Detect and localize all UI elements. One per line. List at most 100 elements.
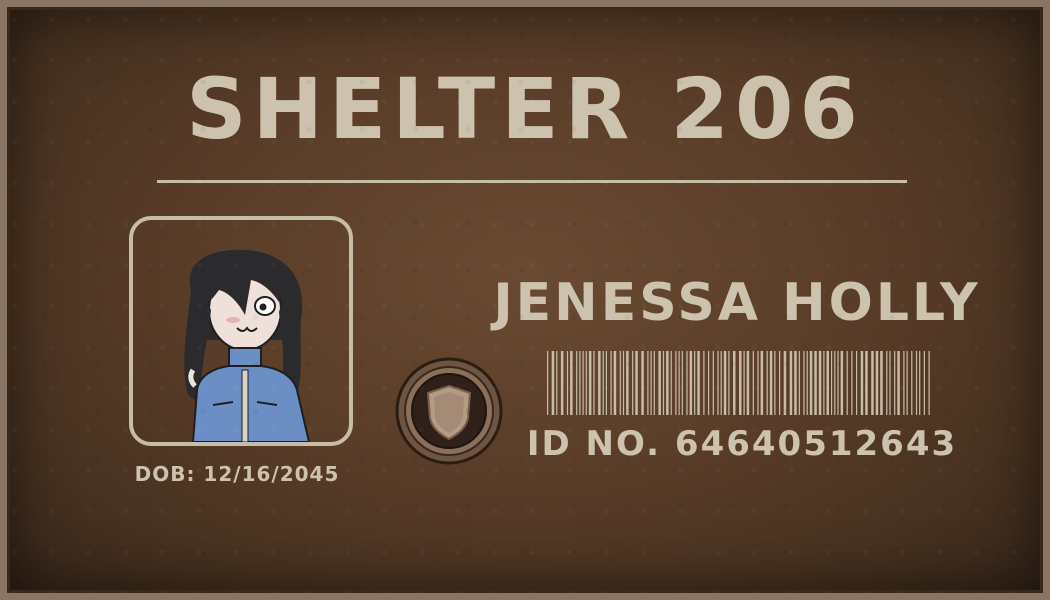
barcode-bar bbox=[794, 351, 797, 415]
barcode-bar bbox=[610, 351, 612, 415]
barcode-bar bbox=[823, 351, 825, 415]
title-divider bbox=[157, 180, 907, 183]
barcode-bar bbox=[880, 351, 883, 415]
barcode-bar bbox=[547, 351, 549, 415]
barcode-bar bbox=[733, 351, 736, 415]
barcode-bar bbox=[588, 351, 592, 415]
barcode-bar bbox=[689, 351, 693, 415]
id-card: SHELTER 206 DOB: 12/16/2045 JENESSA HOLL… bbox=[0, 0, 1050, 600]
barcode-bar bbox=[837, 351, 839, 415]
barcode-bar bbox=[681, 351, 683, 415]
barcode-bar bbox=[919, 351, 921, 415]
barcode-bar bbox=[697, 351, 700, 415]
barcode bbox=[547, 351, 930, 415]
barcode-bar bbox=[703, 351, 705, 415]
barcode-bar bbox=[923, 351, 925, 415]
pupil bbox=[259, 303, 267, 311]
barcode-bar bbox=[662, 351, 665, 415]
barcode-bar bbox=[598, 351, 601, 415]
portrait-frame bbox=[129, 216, 353, 446]
barcode-bar bbox=[593, 351, 595, 415]
id-number: ID NO. 64640512643 bbox=[526, 424, 958, 464]
barcode-bar bbox=[856, 351, 858, 415]
barcode-bar bbox=[809, 351, 813, 415]
barcode-bar bbox=[752, 351, 754, 415]
barcode-bar bbox=[826, 351, 829, 415]
barcode-bar bbox=[728, 351, 730, 415]
barcode-bar bbox=[818, 351, 822, 415]
jacket-zipper bbox=[241, 369, 249, 442]
barcode-bar bbox=[632, 351, 634, 415]
date-of-birth: DOB: 12/16/2045 bbox=[134, 462, 340, 486]
barcode-bar bbox=[717, 351, 719, 415]
barcode-bar bbox=[551, 351, 555, 415]
character-portrait-icon bbox=[184, 249, 311, 442]
barcode-bar bbox=[760, 351, 764, 415]
barcode-bar bbox=[746, 351, 750, 415]
barcode-bar bbox=[560, 351, 564, 415]
barcode-bar bbox=[834, 351, 836, 415]
barcode-bar bbox=[739, 351, 742, 415]
barcode-bar bbox=[635, 351, 638, 415]
blush bbox=[226, 317, 240, 323]
barcode-bar bbox=[678, 351, 680, 415]
barcode-bar bbox=[570, 351, 573, 415]
barcode-bar bbox=[766, 351, 768, 415]
barcode-bar bbox=[576, 351, 578, 415]
barcode-bar bbox=[641, 351, 644, 415]
barcode-bar bbox=[903, 351, 905, 415]
barcode-bar bbox=[670, 351, 672, 415]
barcode-bar bbox=[894, 351, 896, 415]
barcode-bar bbox=[897, 351, 900, 415]
barcode-bar bbox=[889, 351, 891, 415]
barcode-bar bbox=[789, 351, 793, 415]
barcode-bar bbox=[566, 351, 569, 415]
barcode-bar bbox=[666, 351, 669, 415]
holder-name: JENESSA HOLLY bbox=[493, 273, 981, 333]
barcode-bar bbox=[769, 351, 773, 415]
barcode-bar bbox=[803, 351, 805, 415]
barcode-bar bbox=[915, 351, 918, 415]
barcode-bar bbox=[774, 351, 776, 415]
barcode-bar bbox=[846, 351, 848, 415]
barcode-bar bbox=[814, 351, 817, 415]
barcode-bar bbox=[871, 351, 874, 415]
barcode-bar bbox=[622, 351, 625, 415]
barcode-bar bbox=[886, 351, 888, 415]
barcode-bar bbox=[626, 351, 629, 415]
barcode-bar bbox=[647, 351, 649, 415]
barcode-bar bbox=[860, 351, 864, 415]
barcode-bar bbox=[653, 351, 655, 415]
barcode-bar bbox=[650, 351, 652, 415]
barcode-bar bbox=[694, 351, 696, 415]
barcode-bar bbox=[865, 351, 868, 415]
barcode-bar bbox=[831, 351, 833, 415]
barcode-bar bbox=[585, 351, 587, 415]
barcode-bar bbox=[556, 351, 558, 415]
barcode-bar bbox=[675, 351, 677, 415]
barcode-bar bbox=[798, 351, 800, 415]
barcode-bar bbox=[605, 351, 607, 415]
barcode-bar bbox=[602, 351, 604, 415]
barcode-bar bbox=[840, 351, 844, 415]
barcode-bar bbox=[906, 351, 908, 415]
barcode-bar bbox=[806, 351, 808, 415]
barcode-bar bbox=[743, 351, 745, 415]
barcode-bar bbox=[658, 351, 661, 415]
barcode-bar bbox=[783, 351, 787, 415]
barcode-bar bbox=[582, 351, 584, 415]
barcode-bar bbox=[708, 351, 710, 415]
barcode-bar bbox=[686, 351, 688, 415]
barcode-bar bbox=[619, 351, 621, 415]
barcode-bar bbox=[720, 351, 722, 415]
barcode-bar bbox=[875, 351, 879, 415]
shelter-title: SHELTER 206 bbox=[186, 60, 864, 158]
barcode-bar bbox=[928, 351, 930, 415]
barcode-bar bbox=[757, 351, 759, 415]
barcode-bar bbox=[779, 351, 781, 415]
barcode-bar bbox=[579, 351, 581, 415]
barcode-bar bbox=[851, 351, 853, 415]
barcode-bar bbox=[613, 351, 617, 415]
barcode-bar bbox=[911, 351, 913, 415]
barcode-bar bbox=[712, 351, 714, 415]
